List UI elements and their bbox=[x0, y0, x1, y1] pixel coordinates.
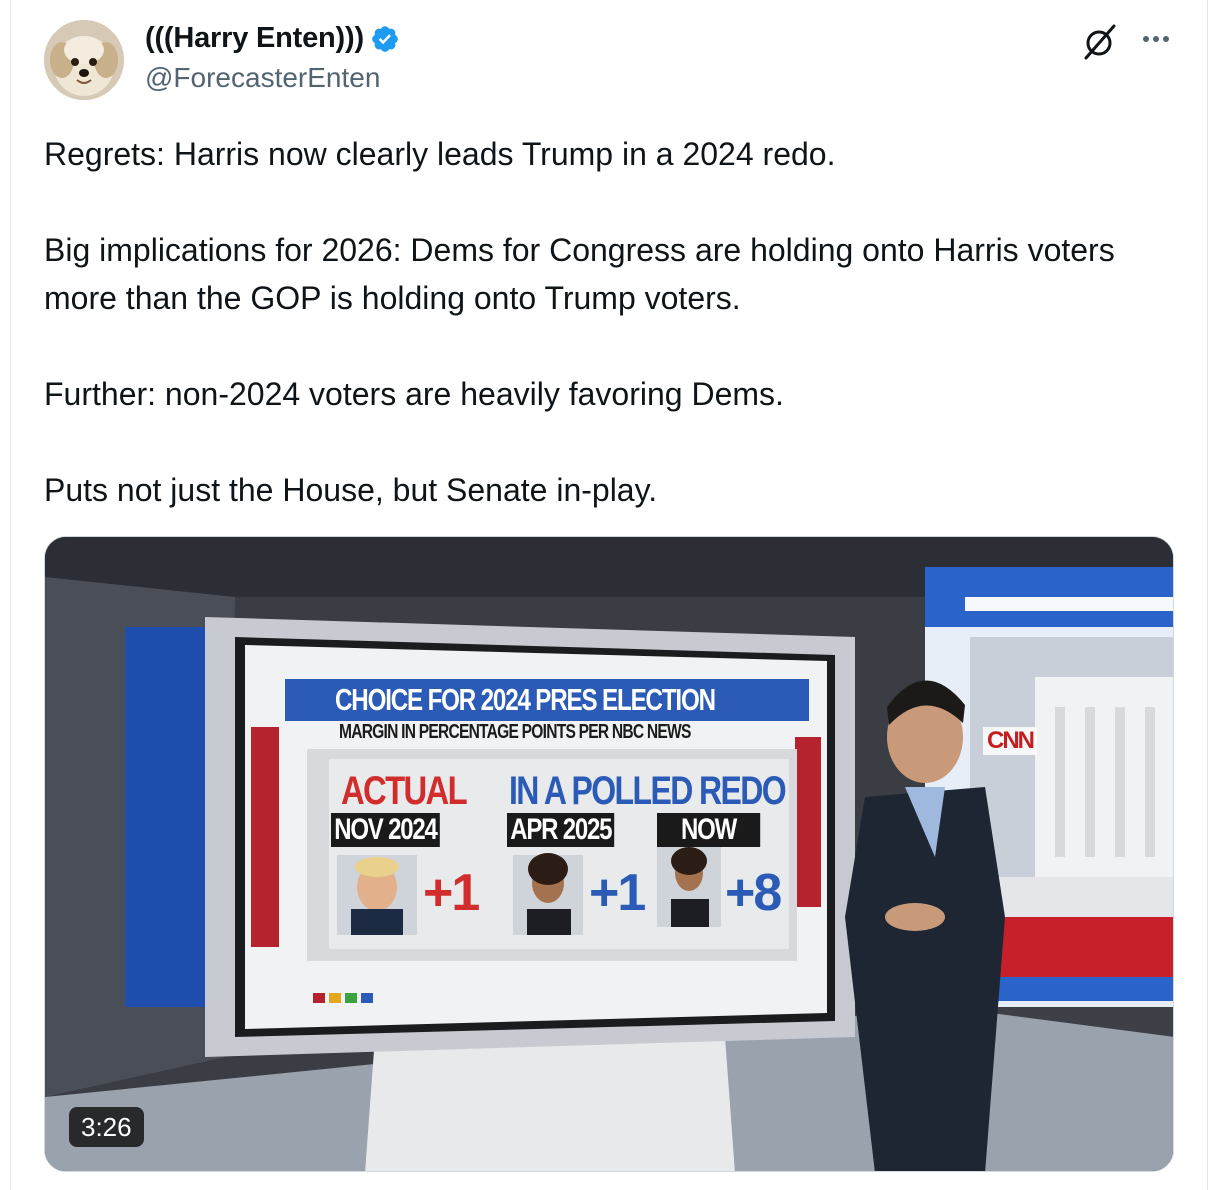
screen-margin-harris-now: +8 bbox=[725, 864, 782, 922]
screen-redo-label: IN A POLLED REDO bbox=[509, 769, 787, 813]
screen-margin-trump: +1 bbox=[423, 864, 480, 922]
tweet-paragraph: Puts not just the House, but Senate in-p… bbox=[44, 472, 658, 508]
author-handle[interactable]: @ForecasterEnten bbox=[145, 62, 380, 94]
tweet-paragraph: Regrets: Harris now clearly leads Trump … bbox=[44, 136, 836, 172]
screen-margin-harris-apr: +1 bbox=[589, 864, 646, 922]
author-name-row: (((Harry Enten))) bbox=[145, 22, 400, 55]
more-options-icon[interactable] bbox=[1138, 24, 1174, 54]
author-avatar[interactable] bbox=[44, 20, 124, 100]
video-frame bbox=[45, 537, 1173, 1171]
tweet-paragraph: Big implications for 2026: Dems for Cong… bbox=[44, 232, 1115, 316]
verified-badge-icon[interactable] bbox=[370, 24, 400, 54]
screen-date-nov-2024: NOV 2024 bbox=[331, 813, 440, 847]
screen-subtitle: MARGIN IN PERCENTAGE POINTS PER NBC NEWS bbox=[339, 721, 691, 743]
screen-date-apr-2025: APR 2025 bbox=[507, 813, 615, 847]
tweet-text: Regrets: Harris now clearly leads Trump … bbox=[44, 130, 1174, 514]
screen-actual-label: ACTUAL bbox=[341, 769, 468, 813]
tweet-paragraph: Further: non-2024 voters are heavily fav… bbox=[44, 376, 784, 412]
video-player[interactable]: CHOICE FOR 2024 PRES ELECTION MARGIN IN … bbox=[44, 536, 1174, 1172]
grok-icon[interactable] bbox=[1080, 22, 1120, 62]
video-duration-badge: 3:26 bbox=[69, 1107, 144, 1147]
cnn-logo: CNN bbox=[983, 727, 1037, 755]
author-display-name[interactable]: (((Harry Enten))) bbox=[145, 22, 364, 55]
dog-avatar-image bbox=[44, 20, 124, 100]
screen-title: CHOICE FOR 2024 PRES ELECTION bbox=[335, 682, 716, 717]
screen-date-now: NOW bbox=[657, 813, 761, 847]
